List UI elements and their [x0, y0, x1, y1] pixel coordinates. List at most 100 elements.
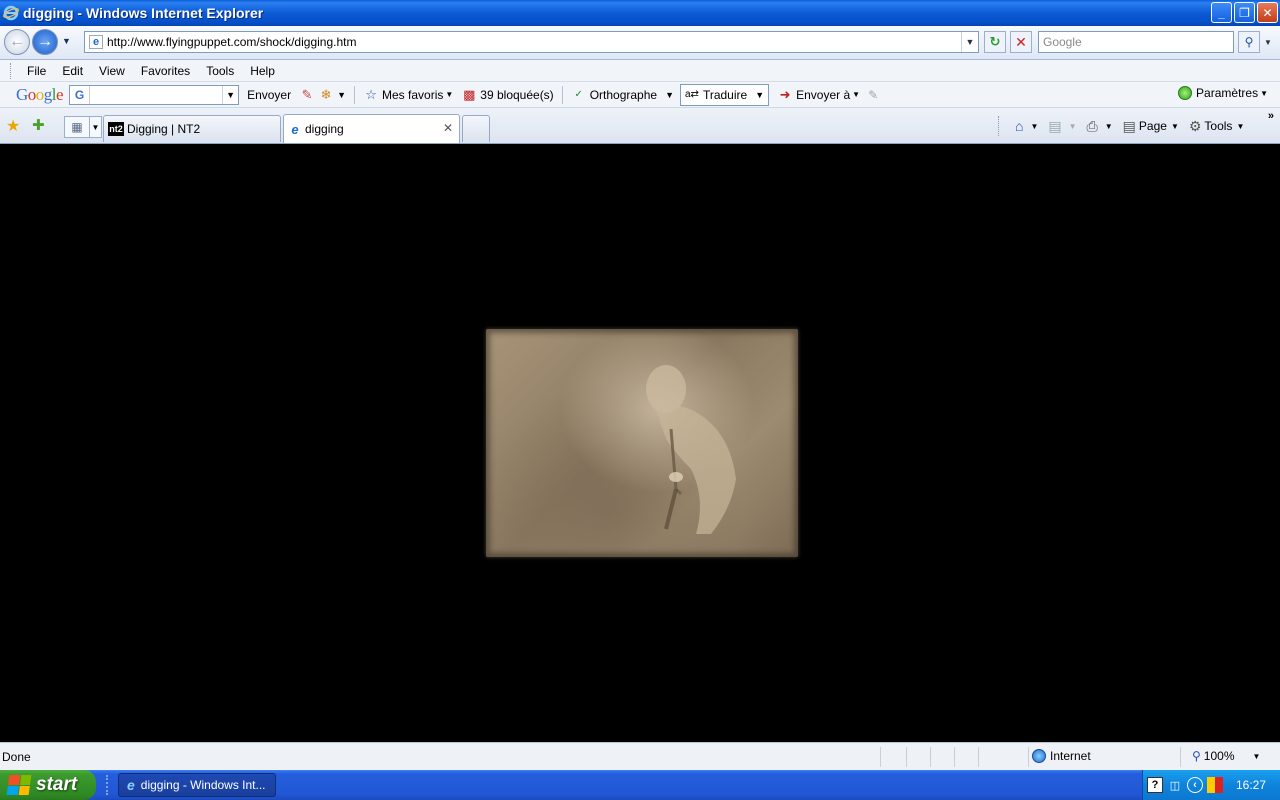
chevron-down-icon[interactable]: ▼: [961, 32, 978, 52]
status-divider: [1180, 747, 1181, 767]
menu-view[interactable]: View: [91, 64, 133, 78]
tab-list-dropdown[interactable]: ▼: [90, 116, 102, 138]
page-menu-button[interactable]: ▤ Page ▼: [1123, 118, 1179, 135]
new-tab-button[interactable]: [462, 115, 490, 142]
window-title: digging - Windows Internet Explorer: [23, 5, 264, 21]
address-bar[interactable]: e http://www.flyingpuppet.com/shock/digg…: [84, 31, 979, 53]
google-g-icon[interactable]: G: [70, 85, 91, 104]
chevron-down-icon: ▼: [1236, 121, 1245, 131]
taskbar-item-ie[interactable]: e digging - Windows Int...: [118, 773, 276, 797]
traduire-button[interactable]: a⇄ Traduire ▼: [680, 83, 770, 106]
tab-label: Digging | NT2: [127, 122, 201, 136]
envoyer-button[interactable]: Envoyer: [247, 88, 291, 102]
color-app-icon[interactable]: [1207, 777, 1223, 793]
taskbar: start e digging - Windows Int... ? ◫ ‹ 1…: [0, 770, 1280, 800]
chevron-down-icon: ▼: [1170, 121, 1179, 131]
network-icon[interactable]: ◫: [1167, 777, 1183, 793]
search-input[interactable]: Google: [1038, 31, 1234, 53]
tab-label: digging: [305, 122, 344, 136]
close-button[interactable]: ✕: [1257, 2, 1278, 23]
home-icon: ⌂: [1015, 118, 1024, 134]
more-commands-chevron-icon[interactable]: »: [1268, 110, 1274, 122]
close-tab-icon[interactable]: ✕: [443, 121, 453, 135]
security-zone[interactable]: Internet: [1032, 749, 1091, 763]
system-tray: ? ◫ ‹ 16:27: [1142, 770, 1280, 800]
chevron-down-icon: ▼: [1030, 121, 1039, 131]
zoom-level-button[interactable]: ⚲ 100% ▼: [1192, 749, 1260, 763]
page-icon: ▤: [1122, 117, 1136, 134]
tab-digging-nt2[interactable]: nt2 Digging | NT2: [103, 115, 281, 142]
chevron-down-icon: ▼: [755, 89, 765, 100]
send-to-icon: ➜: [779, 86, 791, 102]
search-options-dropdown[interactable]: ▼: [1262, 31, 1274, 53]
highlighter-icon[interactable]: ✎: [868, 88, 878, 102]
ie-favicon-icon: e: [291, 121, 299, 137]
toolbar-extra-icons: ✎ ❄ ▼: [299, 87, 346, 103]
menu-help[interactable]: Help: [242, 64, 283, 78]
help-icon[interactable]: ?: [1147, 777, 1163, 793]
page-content[interactable]: [2, 145, 1278, 741]
toolbar-grip[interactable]: [998, 116, 1001, 136]
tools-menu-button[interactable]: ⚙ Tools ▼: [1189, 118, 1245, 135]
start-button[interactable]: start: [0, 770, 96, 800]
status-divider: [930, 747, 931, 767]
globe-icon: [1032, 749, 1046, 763]
address-url[interactable]: http://www.flyingpuppet.com/shock/diggin…: [107, 35, 356, 49]
toolbar-grip[interactable]: [10, 62, 13, 79]
feeds-button[interactable]: ▤ ▼: [1048, 118, 1076, 135]
refresh-button[interactable]: ↻: [984, 31, 1006, 53]
status-divider: [880, 747, 881, 767]
menu-favorites[interactable]: Favorites: [133, 64, 198, 78]
chevron-down-icon[interactable]: ▼: [222, 85, 238, 104]
chevron-down-icon: ▼: [1068, 121, 1077, 131]
translate-icon: a⇄: [685, 89, 699, 100]
orthographe-button[interactable]: ✓ Orthographe ▼: [571, 87, 674, 103]
star-icon: ☆: [365, 86, 377, 102]
chevron-down-icon: ▼: [665, 89, 674, 100]
google-search-input[interactable]: G ▼: [69, 84, 240, 105]
status-text: Done: [2, 749, 31, 764]
menu-edit[interactable]: Edit: [54, 64, 91, 78]
stop-icon: ✕: [1015, 33, 1027, 50]
bookmark-icon[interactable]: ✎: [299, 87, 315, 103]
back-button[interactable]: ←: [4, 29, 30, 55]
popup-blocker-button[interactable]: ▩ 39 bloquée(s): [461, 86, 554, 103]
mes-favoris-button[interactable]: ☆ Mes favoris ▼: [363, 87, 453, 103]
taskbar-grip[interactable]: [106, 775, 109, 795]
maximize-button[interactable]: ❐: [1234, 2, 1255, 23]
puzzle-icon[interactable]: ❄: [318, 87, 334, 103]
home-button[interactable]: ⌂ ▼: [1015, 118, 1038, 134]
menu-file[interactable]: File: [19, 64, 54, 78]
gear-icon: ⚙: [1188, 117, 1202, 134]
command-bar: ⌂ ▼ ▤ ▼ ⎙ ▼ ▤ Page ▼ ⚙ Tools ▼: [998, 114, 1254, 138]
search-button[interactable]: ⚲: [1238, 31, 1260, 53]
menu-tools[interactable]: Tools: [198, 64, 242, 78]
popup-blocked-icon: ▩: [463, 86, 476, 102]
print-button[interactable]: ⎙ ▼: [1087, 118, 1113, 135]
rss-feed-icon: ▤: [1048, 117, 1062, 134]
refresh-icon: ↻: [989, 34, 1001, 49]
tray-expand-icon[interactable]: ‹: [1187, 777, 1203, 793]
title-bar[interactable]: digging - Windows Internet Explorer _ ❐ …: [0, 0, 1280, 26]
clock[interactable]: 16:27: [1236, 778, 1266, 792]
chevron-down-icon: ▼: [1260, 88, 1268, 98]
arrow-right-icon: →: [37, 33, 53, 50]
google-logo[interactable]: Google: [16, 85, 64, 105]
quick-tabs-button[interactable]: ▦: [64, 116, 90, 138]
favorites-center-icon[interactable]: ★: [6, 116, 20, 136]
recent-pages-dropdown[interactable]: ▼: [62, 36, 71, 46]
menu-bar: File Edit View Favorites Tools Help: [0, 60, 1280, 82]
film-frame: [486, 329, 798, 557]
stop-button[interactable]: ✕: [1010, 31, 1032, 53]
minimize-button[interactable]: _: [1211, 2, 1232, 23]
chevron-down-icon[interactable]: ▼: [337, 90, 346, 100]
arrow-left-icon: ←: [9, 33, 25, 50]
tab-digging[interactable]: e digging ✕: [283, 114, 460, 143]
forward-button[interactable]: →: [32, 29, 58, 55]
printer-icon: ⎙: [1086, 117, 1098, 134]
parametres-button[interactable]: Paramètres ▼: [1178, 86, 1268, 100]
add-to-favorites-icon[interactable]: ✚: [32, 116, 45, 134]
envoyer-a-button[interactable]: ➜ Envoyer à ▼: [777, 87, 860, 103]
navigation-bar: ← → ▼ e http://www.flyingpuppet.com/shoc…: [0, 26, 1280, 60]
windows-logo-icon: [6, 775, 32, 795]
